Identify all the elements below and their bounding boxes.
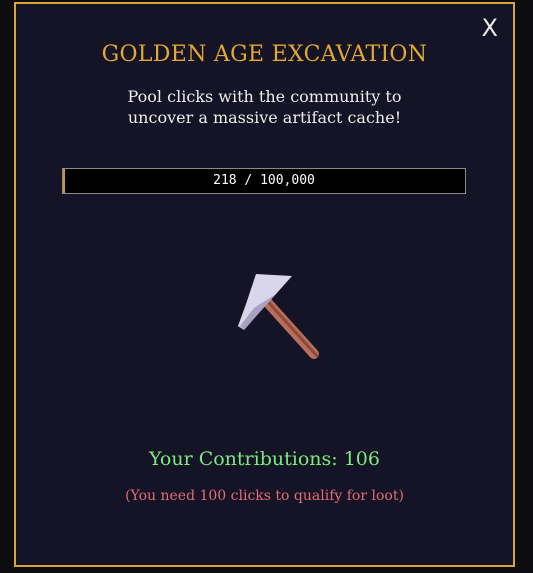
- progress-text: 218 / 100,000: [213, 173, 315, 188]
- pickaxe-button[interactable]: [218, 268, 328, 368]
- qualification-note: (You need 100 clicks to qualify for loot…: [125, 488, 404, 504]
- modal-title: GOLDEN AGE EXCAVATION: [101, 42, 428, 67]
- close-button[interactable]: X: [482, 16, 498, 40]
- subtitle-line-2: uncover a massive artifact cache!: [127, 108, 402, 127]
- subtitle-line-1: Pool clicks with the community to: [127, 87, 402, 106]
- pickaxe-icon: [238, 274, 319, 359]
- modal-subtitle: Pool clicks with the community to uncove…: [76, 86, 453, 128]
- contributions-counter: Your Contributions: 106: [149, 448, 380, 470]
- community-progress-bar: 218 / 100,000: [62, 168, 466, 194]
- excavation-modal: X GOLDEN AGE EXCAVATION Pool clicks with…: [14, 2, 515, 567]
